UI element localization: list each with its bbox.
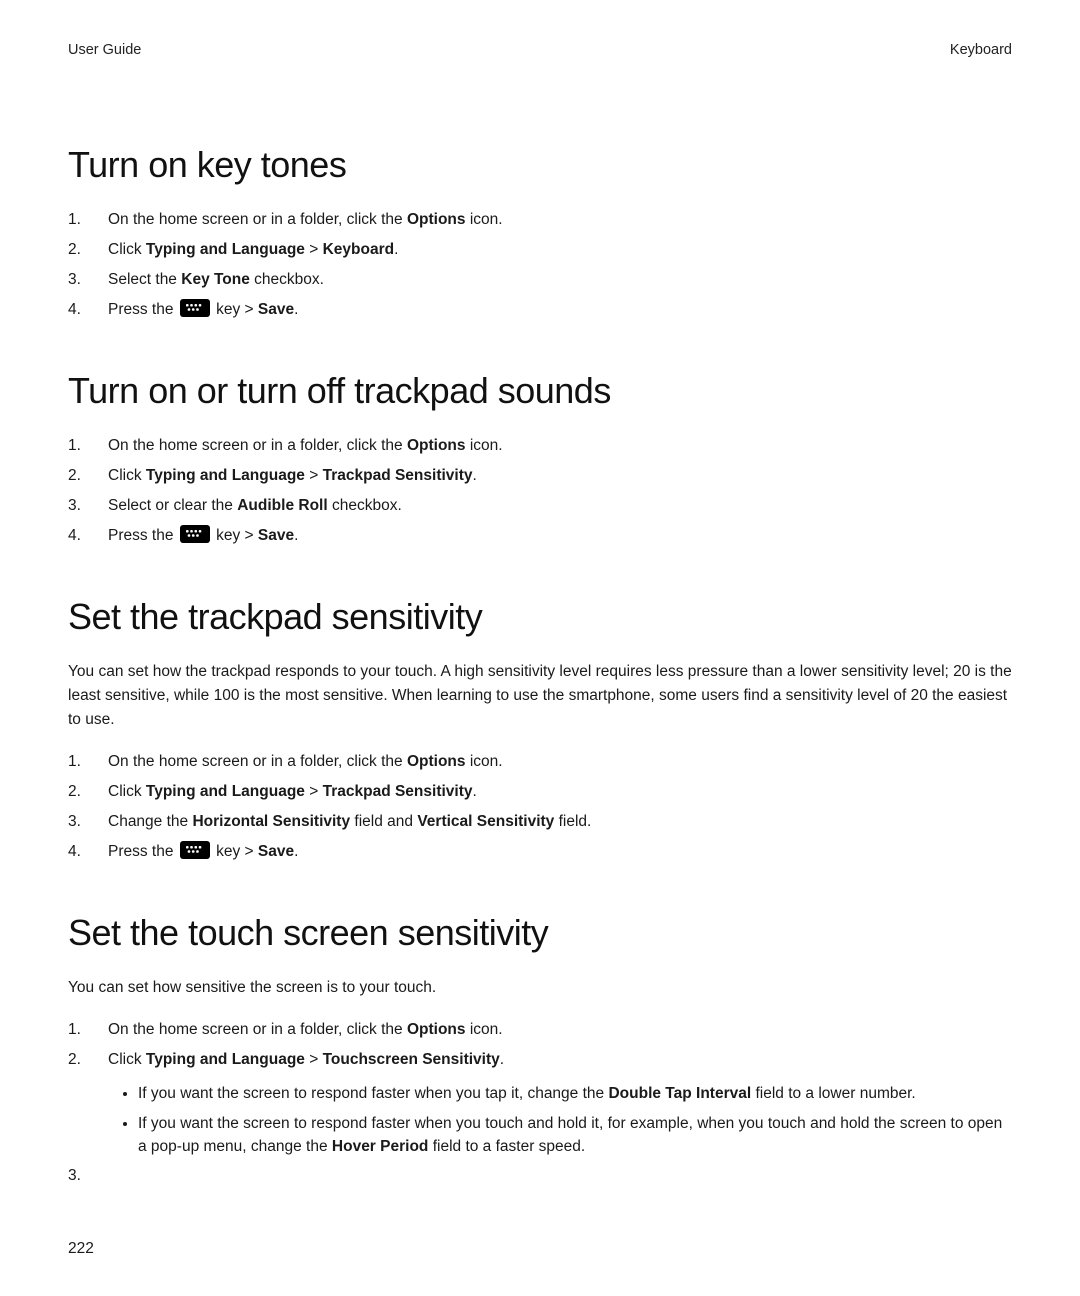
bold-text: Options xyxy=(407,753,466,770)
step-text: On the home screen or in a folder, click… xyxy=(108,211,503,228)
step-text: On the home screen or in a folder, click… xyxy=(108,1021,503,1038)
section-heading: Turn on key tones xyxy=(68,144,1012,186)
section-key-tones: Turn on key tones On the home screen or i… xyxy=(68,144,1012,322)
section-touch-screen-sensitivity: Set the touch screen sensitivity You can … xyxy=(68,912,1012,1158)
bold-text: Typing and Language xyxy=(146,467,305,484)
step-text: Click Typing and Language > Trackpad Sen… xyxy=(108,783,477,800)
step-item: Click Typing and Language > Touchscreen … xyxy=(68,1048,1012,1158)
bold-text: Audible Roll xyxy=(237,497,327,514)
section-trackpad-sounds: Turn on or turn off trackpad sounds On th… xyxy=(68,370,1012,548)
bold-text: Options xyxy=(407,1021,466,1038)
bold-text: Keyboard xyxy=(323,241,395,258)
header-right: Keyboard xyxy=(950,42,1012,58)
bold-text: Save xyxy=(258,301,294,318)
bold-text: Hover Period xyxy=(332,1138,428,1155)
bold-text: Double Tap Interval xyxy=(608,1085,751,1102)
step-item: Select the Key Tone checkbox. xyxy=(68,268,1012,292)
step-item: On the home screen or in a folder, click… xyxy=(68,1018,1012,1042)
step-item: Click Typing and Language > Trackpad Sen… xyxy=(68,464,1012,488)
step-text: Select or clear the Audible Roll checkbo… xyxy=(108,497,402,514)
step-item: On the home screen or in a folder, click… xyxy=(68,750,1012,774)
page: User Guide Keyboard Turn on key tones On … xyxy=(0,0,1080,1296)
step-list: On the home screen or in a folder, click… xyxy=(68,434,1012,548)
bold-text: Save xyxy=(258,843,294,860)
bold-text: Typing and Language xyxy=(146,241,305,258)
step-item: Press the key > Save. xyxy=(68,840,1012,864)
step-text: On the home screen or in a folder, click… xyxy=(108,753,503,770)
section-heading: Set the touch screen sensitivity xyxy=(68,912,1012,954)
bold-text: Key Tone xyxy=(181,271,250,288)
step-text: Press the key > Save. xyxy=(108,843,298,860)
section-heading: Turn on or turn off trackpad sounds xyxy=(68,370,1012,412)
section-intro: You can set how sensitive the screen is … xyxy=(68,976,1012,1000)
bold-text: Horizontal Sensitivity xyxy=(192,813,350,830)
sub-bullet-list: If you want the screen to respond faster… xyxy=(108,1082,1012,1158)
step-text: Click Typing and Language > Keyboard. xyxy=(108,241,398,258)
step-item: Click Typing and Language > Trackpad Sen… xyxy=(68,780,1012,804)
bold-text: Save xyxy=(258,527,294,544)
bold-text: Typing and Language xyxy=(146,1051,305,1068)
step-item: Press the key > Save. xyxy=(68,524,1012,548)
bold-text: Trackpad Sensitivity xyxy=(323,783,473,800)
menu-key-icon xyxy=(180,841,210,859)
step-item: Select or clear the Audible Roll checkbo… xyxy=(68,494,1012,518)
step-text: On the home screen or in a folder, click… xyxy=(108,437,503,454)
page-number: 222 xyxy=(68,1240,94,1258)
menu-key-icon xyxy=(180,299,210,317)
step-item: Click Typing and Language > Keyboard. xyxy=(68,238,1012,262)
section-trackpad-sensitivity: Set the trackpad sensitivity You can set … xyxy=(68,596,1012,864)
section-heading: Set the trackpad sensitivity xyxy=(68,596,1012,638)
bold-text: Trackpad Sensitivity xyxy=(323,467,473,484)
step-text: Click Typing and Language > Trackpad Sen… xyxy=(108,467,477,484)
bold-text: Options xyxy=(407,437,466,454)
step-text: Click Typing and Language > Touchscreen … xyxy=(108,1051,504,1068)
page-header: User Guide Keyboard xyxy=(68,42,1012,58)
step-text: Select the Key Tone checkbox. xyxy=(108,271,324,288)
step-item: On the home screen or in a folder, click… xyxy=(68,434,1012,458)
header-left: User Guide xyxy=(68,42,141,58)
sub-bullet-item: If you want the screen to respond faster… xyxy=(138,1082,1012,1105)
sub-bullet-item: If you want the screen to respond faster… xyxy=(138,1112,1012,1159)
step-list: On the home screen or in a folder, click… xyxy=(68,750,1012,864)
bold-text: Vertical Sensitivity xyxy=(417,813,554,830)
menu-key-icon xyxy=(180,525,210,543)
step-item: On the home screen or in a folder, click… xyxy=(68,208,1012,232)
bold-text: Typing and Language xyxy=(146,783,305,800)
step-text: Change the Horizontal Sensitivity field … xyxy=(108,813,591,830)
bold-text: Touchscreen Sensitivity xyxy=(323,1051,500,1068)
bold-text: Options xyxy=(407,211,466,228)
step-item: Press the key > Save. xyxy=(68,298,1012,322)
section-intro: You can set how the trackpad responds to… xyxy=(68,660,1012,732)
step-list: On the home screen or in a folder, click… xyxy=(68,1018,1012,1158)
step-item: Change the Horizontal Sensitivity field … xyxy=(68,810,1012,834)
step-text: Press the key > Save. xyxy=(108,527,298,544)
step-text: Press the key > Save. xyxy=(108,301,298,318)
step-list: On the home screen or in a folder, click… xyxy=(68,208,1012,322)
